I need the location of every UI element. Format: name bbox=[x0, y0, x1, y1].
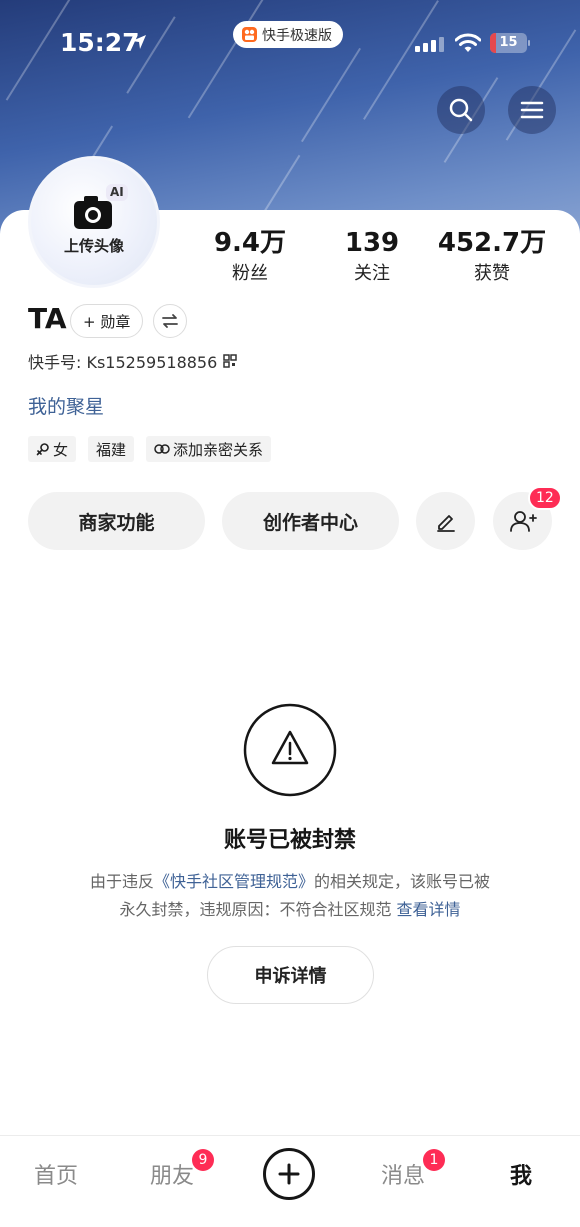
ban-desc-suffix: 的相关规定，该账号已被 bbox=[314, 872, 491, 891]
battery-indicator: 15 bbox=[490, 33, 530, 53]
avatar-upload-label: 上传头像 bbox=[63, 236, 124, 255]
location-label: 福建 bbox=[96, 440, 127, 459]
merchant-functions-button[interactable]: 商家功能 bbox=[28, 492, 205, 550]
app-name: 快手极速版 bbox=[262, 27, 332, 44]
status-bar: 15:27 快手极速版 15 bbox=[0, 0, 580, 86]
wifi-icon bbox=[455, 33, 481, 52]
add-relationship-label: 添加亲密关系 bbox=[173, 440, 264, 459]
ban-description: 由于违反《快手社区管理规范》的相关规定，该账号已被 永久封禁，违规原因：不符合社… bbox=[0, 868, 580, 924]
stat-following[interactable]: 139 关注 bbox=[322, 226, 422, 288]
create-post-button[interactable] bbox=[263, 1148, 315, 1200]
ban-desc-prefix: 由于违反 bbox=[89, 872, 154, 891]
qr-code-icon bbox=[223, 354, 238, 368]
search-icon bbox=[449, 98, 473, 122]
friends-badge: 9 bbox=[192, 1149, 214, 1171]
cellular-signal-icon bbox=[415, 37, 444, 52]
linked-hearts-icon bbox=[154, 444, 170, 454]
add-user-icon bbox=[509, 511, 537, 532]
tab-messages[interactable]: 消息 bbox=[381, 1158, 425, 1190]
tab-home[interactable]: 首页 bbox=[34, 1158, 78, 1190]
account-id: 快手号: Ks15259518856 bbox=[28, 353, 218, 372]
app-indicator-pill[interactable]: 快手极速版 bbox=[233, 21, 343, 48]
username: TA bbox=[28, 302, 67, 335]
pencil-icon bbox=[436, 515, 455, 532]
ban-title: 账号已被封禁 bbox=[223, 828, 356, 853]
stat-likes[interactable]: 452.7万 获赞 bbox=[432, 226, 552, 288]
profile-tags: 女 福建 添加亲密关系 bbox=[28, 436, 272, 462]
hamburger-menu-icon bbox=[520, 101, 544, 119]
appeal-details-button[interactable]: 申诉详情 bbox=[207, 946, 374, 1004]
search-button[interactable] bbox=[437, 86, 485, 134]
location-tag[interactable]: 福建 bbox=[88, 436, 135, 462]
account-id-row[interactable]: 快手号: Ks15259518856 bbox=[28, 349, 238, 373]
friend-requests-badge: 12 bbox=[528, 486, 562, 510]
kuaishou-logo-icon bbox=[242, 27, 257, 42]
gender-label: 女 bbox=[53, 440, 69, 459]
creator-center-button[interactable]: 创作者中心 bbox=[222, 492, 399, 550]
menu-button[interactable] bbox=[508, 86, 556, 134]
ai-badge: AI bbox=[106, 184, 128, 201]
likes-count: 452.7万 bbox=[437, 228, 547, 258]
switch-account-button[interactable] bbox=[153, 304, 187, 338]
view-details-link[interactable]: 查看详情 bbox=[397, 900, 461, 919]
medal-button[interactable]: + 勋章 bbox=[70, 304, 144, 338]
tab-friends[interactable]: 朋友 bbox=[150, 1158, 194, 1190]
merchant-label: 商家功能 bbox=[78, 511, 155, 534]
warning-triangle-icon bbox=[243, 703, 337, 797]
gender-tag[interactable]: 女 bbox=[28, 436, 77, 462]
following-count: 139 bbox=[344, 228, 400, 258]
ban-reason: 永久封禁，违规原因：不符合社区规范 bbox=[119, 900, 397, 919]
status-time: 15:27 bbox=[60, 28, 140, 57]
messages-badge: 1 bbox=[423, 1149, 445, 1171]
battery-level: 15 bbox=[499, 35, 518, 50]
add-relationship-tag[interactable]: 添加亲密关系 bbox=[146, 436, 272, 462]
switch-arrows-icon bbox=[162, 314, 178, 328]
fans-label: 粉丝 bbox=[232, 263, 268, 284]
avatar-upload[interactable]: 上传头像 bbox=[28, 156, 160, 288]
edit-profile-button[interactable] bbox=[416, 492, 475, 550]
tab-me[interactable]: 我 bbox=[510, 1158, 532, 1190]
following-label: 关注 bbox=[354, 263, 390, 284]
stat-fans[interactable]: 9.4万 粉丝 bbox=[195, 226, 305, 288]
location-arrow-icon bbox=[132, 35, 146, 49]
bottom-tab-bar: 首页 朋友 9 消息 1 我 bbox=[0, 1135, 580, 1227]
my-stars-link[interactable]: 我的聚星 bbox=[28, 392, 104, 419]
likes-label: 获赞 bbox=[474, 263, 510, 284]
medal-label: + 勋章 bbox=[83, 312, 131, 331]
female-icon bbox=[36, 443, 49, 456]
appeal-label: 申诉详情 bbox=[254, 966, 327, 987]
plus-icon bbox=[278, 1163, 300, 1185]
creator-center-label: 创作者中心 bbox=[262, 511, 358, 534]
community-guidelines-link[interactable]: 《快手社区管理规范》 bbox=[154, 872, 314, 891]
fans-count: 9.4万 bbox=[213, 228, 287, 258]
